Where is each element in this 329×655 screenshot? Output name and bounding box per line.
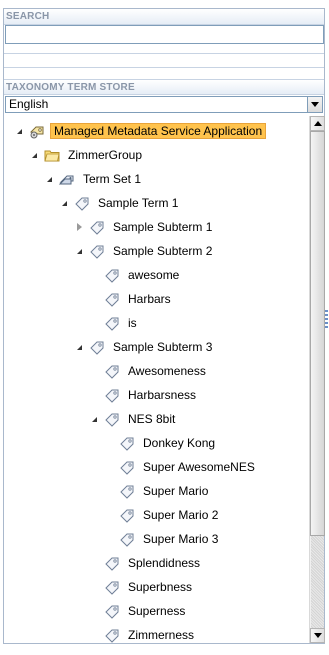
tree-node[interactable]: Super Mario 2 (103, 505, 221, 525)
tree-node[interactable]: Zimmerness (88, 625, 197, 643)
tag-icon (104, 579, 120, 595)
tag-icon (89, 243, 105, 259)
divider (4, 67, 324, 68)
search-input[interactable] (5, 25, 324, 44)
tag-icon (74, 195, 90, 211)
scrollbar-track[interactable] (311, 536, 324, 628)
tree-scrollbar[interactable] (309, 116, 325, 643)
tag-icon (104, 603, 120, 619)
service-application-icon (29, 123, 45, 139)
collapse-toggle-icon[interactable] (73, 245, 85, 257)
tree-node-label[interactable]: Term Set 1 (80, 171, 144, 187)
tag-icon (104, 291, 120, 307)
tree-node[interactable]: awesome (88, 265, 182, 285)
expand-toggle-icon[interactable] (73, 221, 85, 233)
tree-node[interactable]: Term Set 1 (43, 169, 144, 189)
tree-node-label[interactable]: Harbarsness (125, 387, 199, 403)
tree-node-label[interactable]: Superbness (125, 579, 195, 595)
tree-node-label[interactable]: Zimmerness (125, 627, 197, 643)
collapse-toggle-icon[interactable] (88, 413, 100, 425)
collapse-toggle-icon[interactable] (43, 173, 55, 185)
tag-icon (104, 411, 120, 427)
resize-grip[interactable] (325, 310, 328, 328)
tree-node-label[interactable]: Sample Subterm 3 (110, 339, 215, 355)
scrollbar-thumb[interactable] (310, 131, 325, 536)
term-set-icon (59, 171, 75, 187)
tree-node[interactable]: Awesomeness (88, 361, 209, 381)
language-select-value: English (9, 97, 49, 111)
tree-node-label[interactable]: Sample Subterm 1 (110, 219, 215, 235)
tree-node-label[interactable]: Donkey Kong (140, 435, 218, 451)
tag-icon (104, 363, 120, 379)
tree-node[interactable]: Super AwesomeNES (103, 457, 258, 477)
collapse-toggle-icon[interactable] (13, 125, 25, 137)
tree-node[interactable]: Splendidness (88, 553, 203, 573)
tag-icon (119, 435, 135, 451)
folder-icon (44, 147, 60, 163)
tag-icon (104, 387, 120, 403)
tag-icon (119, 483, 135, 499)
tag-icon (119, 507, 135, 523)
search-header: SEARCH (4, 9, 324, 25)
tree-node[interactable]: Donkey Kong (103, 433, 218, 453)
tree-node[interactable]: Super Mario 3 (103, 529, 221, 549)
collapse-toggle-icon[interactable] (73, 341, 85, 353)
tree-node-label[interactable]: awesome (125, 267, 182, 283)
tree-node[interactable]: ZimmerGroup (28, 145, 145, 165)
tree-node-label[interactable]: Super Mario 3 (140, 531, 221, 547)
collapse-toggle-icon[interactable] (28, 149, 40, 161)
tag-icon (89, 339, 105, 355)
tree-node-label[interactable]: Splendidness (125, 555, 203, 571)
tree-node-label[interactable]: Harbars (125, 291, 174, 307)
tree-node[interactable]: Sample Subterm 3 (73, 337, 215, 357)
tree-node[interactable]: Superbness (88, 577, 195, 597)
tree-node-label[interactable]: Super AwesomeNES (140, 459, 258, 475)
tag-icon (104, 315, 120, 331)
term-store-panel: SEARCH TAXONOMY TERM STORE English Manag… (3, 8, 325, 644)
tree-node[interactable]: Sample Term 1 (58, 193, 181, 213)
tree-node[interactable]: Harbarsness (88, 385, 199, 405)
tree-node-label[interactable]: ZimmerGroup (65, 147, 145, 163)
tag-icon (104, 555, 120, 571)
tag-icon (104, 627, 120, 643)
tree-node[interactable]: Harbars (88, 289, 174, 309)
chevron-down-icon[interactable] (307, 97, 322, 112)
tree-node[interactable]: NES 8bit (88, 409, 178, 429)
tree-node[interactable]: Super Mario (103, 481, 211, 501)
tree-node-label[interactable]: Super Mario 2 (140, 507, 221, 523)
scroll-up-button[interactable] (310, 116, 325, 131)
tree-node-label[interactable]: Sample Subterm 2 (110, 243, 215, 259)
term-store-header: TAXONOMY TERM STORE (4, 79, 324, 95)
tag-icon (119, 459, 135, 475)
tree-node-label[interactable]: Sample Term 1 (95, 195, 181, 211)
tree-node[interactable]: Sample Subterm 2 (73, 241, 215, 261)
tree-node[interactable]: is (88, 313, 140, 333)
tree-node-label[interactable]: Managed Metadata Service Application (50, 123, 267, 139)
tree-node-label[interactable]: Awesomeness (125, 363, 209, 379)
tag-icon (104, 267, 120, 283)
tag-icon (89, 219, 105, 235)
collapse-toggle-icon[interactable] (58, 197, 70, 209)
tree-node[interactable]: Managed Metadata Service Application (13, 121, 267, 141)
tree-node[interactable]: Superness (88, 601, 188, 621)
tree-node-label[interactable]: Superness (125, 603, 188, 619)
tree-node-label[interactable]: is (125, 315, 140, 331)
divider (4, 53, 324, 54)
tag-icon (119, 531, 135, 547)
tree-node[interactable]: Sample Subterm 1 (73, 217, 215, 237)
tree-node-label[interactable]: Super Mario (140, 483, 211, 499)
scroll-down-button[interactable] (310, 628, 325, 643)
language-select[interactable]: English (5, 96, 323, 113)
taxonomy-tree: Managed Metadata Service Application Zimm… (4, 116, 309, 643)
tree-node-label[interactable]: NES 8bit (125, 411, 178, 427)
